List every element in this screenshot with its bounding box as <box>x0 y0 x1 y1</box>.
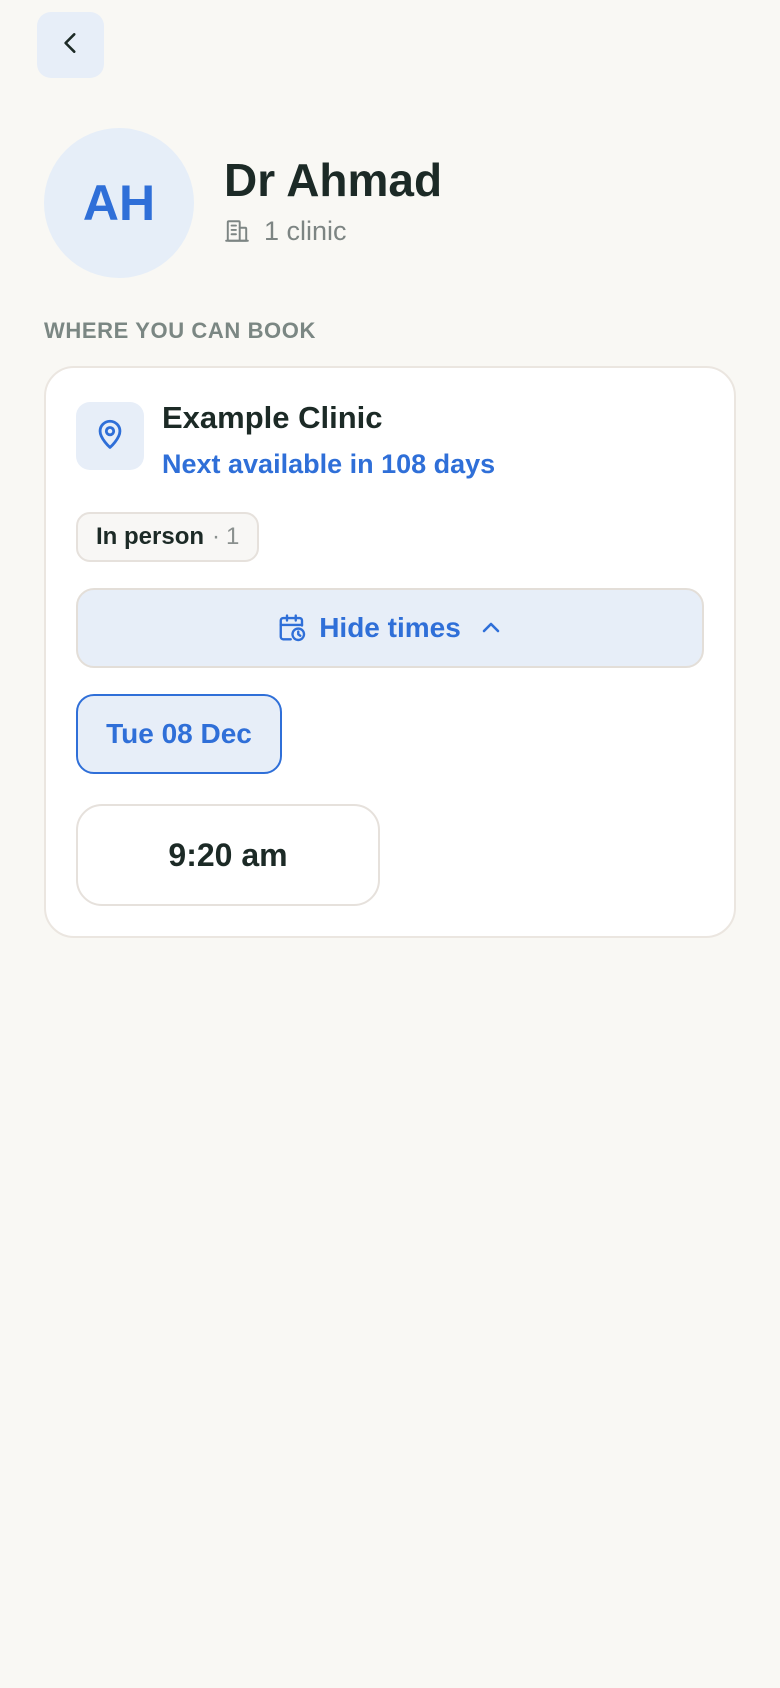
clinic-card: Example Clinic Next available in 108 day… <box>44 366 736 938</box>
hide-times-button[interactable]: Hide times <box>76 588 704 668</box>
section-heading: WHERE YOU CAN BOOK <box>44 318 316 343</box>
calendar-clock-icon <box>277 613 307 643</box>
date-chip-label: Tue 08 Dec <box>106 718 252 749</box>
clinic-count-label: 1 clinic <box>264 215 347 246</box>
date-chip-selected[interactable]: Tue 08 Dec <box>76 694 282 774</box>
time-slot-label: 9:20 am <box>168 836 288 873</box>
appointment-type-count: 1 <box>226 523 240 550</box>
hide-times-label: Hide times <box>319 612 461 643</box>
doctor-name: Dr Ahmad <box>224 154 443 206</box>
appointment-type-chip[interactable]: In person · 1 <box>76 512 260 562</box>
next-available-text: Next available in 108 days <box>162 449 496 479</box>
time-slot-button[interactable]: 9:20 am <box>76 804 380 906</box>
clinic-count: 1 clinic <box>224 214 347 248</box>
doctor-avatar: AH <box>44 128 194 278</box>
avatar-initials: AH <box>82 175 156 231</box>
map-pin-icon <box>93 417 127 456</box>
appointment-type-label: In person <box>96 523 205 550</box>
building-icon <box>224 217 252 245</box>
chip-separator: · <box>212 523 221 550</box>
chevron-left-icon <box>58 30 84 61</box>
clinic-name: Example Clinic <box>162 400 383 435</box>
clinic-pin-badge <box>76 402 144 470</box>
back-button[interactable] <box>37 12 104 78</box>
chevron-up-icon <box>479 616 503 640</box>
